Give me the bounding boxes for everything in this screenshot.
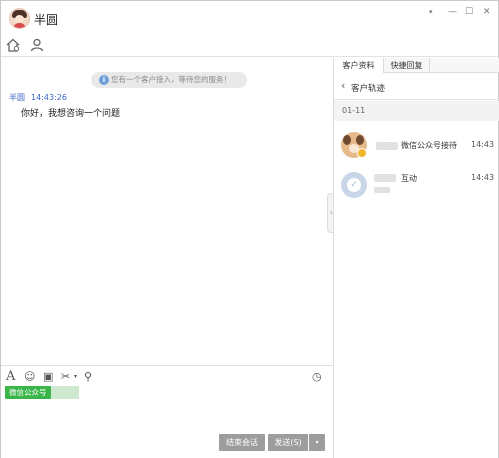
customer-track-header[interactable]: ‹ 客户轨迹 [334, 74, 499, 100]
chat-messages-area[interactable]: i 您有一个客户接入，等待您的服务！ 半圆 14:43:26 你好，我想咨询一个问… [1, 58, 333, 365]
send-options-dropdown[interactable]: ▾ [309, 434, 325, 451]
redacted-name [374, 174, 396, 182]
maximize-button[interactable]: ☐ [465, 6, 473, 18]
top-toolbar [1, 35, 498, 57]
image-icon[interactable]: ▣ [43, 369, 53, 385]
track-item[interactable]: 微信公众号接待 14:43 [334, 125, 499, 165]
message-sender: 半圆 [9, 93, 25, 102]
channel-badge-icon [357, 148, 367, 158]
user-icon[interactable] [29, 37, 45, 53]
track-avatar: ✓ [341, 172, 367, 198]
sidebar-tabs: 客户资料 快捷回复 [334, 58, 499, 73]
screenshot-dropdown-icon[interactable]: ▾ [74, 369, 77, 385]
system-message: i 您有一个客户接入，等待您的服务！ [91, 72, 247, 88]
tab-customer-profile[interactable]: 客户资料 [334, 58, 384, 73]
redacted-detail [374, 187, 390, 193]
home-icon[interactable] [5, 37, 21, 53]
redacted-name [376, 142, 398, 150]
info-icon: i [99, 75, 109, 85]
contact-icon[interactable]: ⚲ [84, 369, 92, 385]
font-icon[interactable]: A [6, 369, 15, 385]
channel-tag: 微信公众号 [5, 386, 51, 399]
end-session-button[interactable]: 结束会话 [219, 434, 265, 451]
message-text: 你好，我想咨询一个问题 [21, 109, 121, 119]
channel-tag-row: 微信公众号 [5, 386, 79, 399]
emoji-icon[interactable]: ☺ [24, 369, 35, 385]
tab-quick-reply[interactable]: 快捷回复 [384, 58, 430, 73]
system-message-text: 您有一个客户接入，等待您的服务！ [111, 75, 231, 84]
track-time: 14:43 [471, 173, 495, 182]
customer-sidebar: 客户资料 快捷回复 ‹ 客户轨迹 01-11 微信公众号接待 14:43 ✓ 互… [333, 58, 499, 458]
user-avatar[interactable] [9, 8, 30, 29]
close-button[interactable]: ✕ [483, 6, 491, 18]
date-divider: 01-11 [334, 101, 499, 121]
track-item[interactable]: ✓ 互动 14:43 [334, 165, 499, 205]
chat-window: 半圆 ▾ — ☐ ✕ i 您有一个客户接入，等待您的服务！ 半圆 14:43:26… [0, 0, 499, 458]
window-title: 半圆 [34, 13, 59, 27]
track-time: 14:43 [471, 140, 495, 149]
title-bar: 半圆 ▾ — ☐ ✕ [1, 1, 498, 35]
history-icon[interactable]: ◷ [312, 369, 322, 385]
message-header: 半圆 14:43:26 [9, 92, 67, 103]
message-input-area[interactable]: A ☺ ▣ ✂ ▾ ⚲ ◷ 微信公众号 结束会话 发送(S) ▾ [1, 365, 333, 458]
scissors-icon[interactable]: ✂ [61, 369, 70, 385]
back-chevron-icon[interactable]: ‹ [341, 80, 345, 92]
redacted-block [50, 386, 79, 399]
date-label: 01-11 [342, 106, 366, 115]
window-menu-dropdown-icon[interactable]: ▾ [429, 6, 433, 18]
message-time: 14:43:26 [31, 93, 67, 102]
send-button[interactable]: 发送(S) [268, 434, 308, 451]
customer-track-title: 客户轨迹 [351, 84, 386, 94]
minimize-button[interactable]: — [448, 6, 457, 18]
track-text: 微信公众号接待 [401, 141, 457, 150]
track-text: 互动 [401, 174, 417, 183]
